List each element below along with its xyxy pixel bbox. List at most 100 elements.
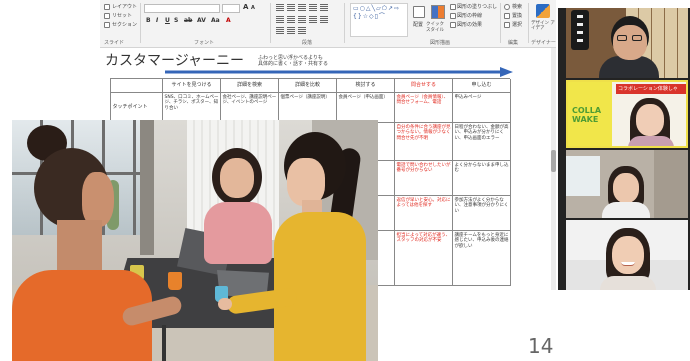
shape-fill-button[interactable]: 図形の塗りつぶし [457, 4, 497, 10]
video-gallery: COLLA WAKE コラボレーション体験しゃ [558, 8, 690, 290]
scrollbar-thumb[interactable] [551, 150, 556, 172]
font-grow-icon[interactable]: A [243, 4, 248, 11]
table-leg [162, 325, 166, 361]
person-right-face [287, 158, 325, 206]
video-tile-1[interactable] [566, 8, 688, 78]
tile3-wall [654, 150, 688, 218]
table-cell: 参加方法がよく分からない、注意事項が分かりにくい [453, 196, 511, 231]
table-header: 問合せする [395, 79, 453, 93]
find-button[interactable]: 検索 [512, 4, 522, 10]
select-button[interactable]: 選択 [512, 22, 522, 28]
table-header: 申し込む [453, 79, 511, 93]
underline-icon[interactable]: U [165, 17, 170, 24]
italic-icon[interactable]: I [156, 17, 158, 24]
font-color-icon[interactable]: A [226, 17, 231, 24]
event-photo [12, 120, 378, 361]
person-middle-face [220, 158, 254, 198]
participant-4-body [600, 276, 656, 290]
effects-icon[interactable] [450, 22, 456, 28]
slide-note: ふわっと思い浮かべるよりも 具体的に書く・話す・共有する [258, 55, 328, 67]
glasses-icon [632, 35, 642, 41]
video-tile-4[interactable] [566, 220, 688, 290]
search-icon[interactable] [504, 4, 510, 10]
align-right-icon[interactable] [298, 16, 306, 23]
bold-icon[interactable]: B [146, 17, 151, 24]
ribbon: レイアウト リセット セクション スライド A A B I U S ab AV … [100, 0, 556, 48]
bullets-icon[interactable] [276, 4, 284, 11]
cursor-icon[interactable] [504, 22, 510, 28]
shape-effect-button[interactable]: 図形の効果 [457, 22, 482, 28]
participant-2-body [628, 136, 674, 146]
shapes-gallery[interactable]: ▭○△╲▱⬠↗⇨{}☆◇▯⌒ [350, 3, 408, 37]
table-cell: 会員ページ（申込画面） [337, 93, 395, 123]
table-cell: 返信が早いと安心。対応によっては他を探す [395, 196, 453, 231]
line-spacing-icon[interactable] [320, 4, 328, 11]
person-left-face [82, 172, 114, 227]
numbering-icon[interactable] [287, 4, 295, 11]
font-name-input[interactable] [144, 4, 220, 13]
font-size-input[interactable] [222, 4, 240, 13]
tile3-window [566, 156, 600, 196]
arrange-button[interactable]: 配置 [413, 22, 423, 28]
video-tile-2-active[interactable]: COLLA WAKE コラボレーション体験しゃ [566, 80, 688, 148]
arrange-icon[interactable] [413, 6, 425, 18]
indent-decrease-icon[interactable] [298, 4, 306, 11]
row-label-touchpoint: タッチポイント [111, 93, 163, 123]
table-header: 詳細を比較 [279, 79, 337, 93]
quick-styles-button[interactable]: クイック スタイル [426, 22, 448, 34]
group-label-font: フォント [194, 40, 215, 46]
text-direction-icon[interactable] [276, 27, 284, 34]
layout-icon[interactable] [104, 4, 110, 10]
section-button[interactable]: セクション [112, 22, 137, 28]
vertical-scrollbar[interactable] [551, 48, 556, 290]
group-label-designer: デザイナー [531, 40, 556, 46]
ribbon-separator [500, 3, 501, 43]
table-cell: 会社ページ、講座説明ページ、イベントのページ [221, 93, 279, 123]
table-cell: 講座チームをもっと身近に感じたい、申込み後の連絡が欲しい [453, 231, 511, 286]
design-ideas-icon[interactable] [536, 4, 550, 18]
table-cell: 個票ページ（講座説明） [279, 93, 337, 123]
journey-arrow-head [500, 67, 513, 77]
smartart-icon[interactable] [298, 27, 306, 34]
table-corner [111, 79, 163, 93]
table-cell: 自分の条件に合う講座が見つからない。情報が少なく問合せ先が不明 [395, 123, 453, 161]
tile2-logo-line2: WAKE [572, 115, 599, 124]
strikethrough-icon[interactable]: ab [184, 17, 192, 24]
participant-1-face [613, 25, 647, 60]
shadow-icon[interactable]: S [174, 17, 178, 24]
align-center-icon[interactable] [287, 16, 295, 23]
participant-3-body [602, 202, 650, 218]
justify-icon[interactable] [309, 16, 317, 23]
layout-button[interactable]: レイアウト [112, 4, 137, 10]
participant-2-face [636, 104, 664, 136]
replace-icon[interactable] [504, 13, 510, 19]
reset-button[interactable]: リセット [112, 13, 132, 19]
person-right-top [274, 212, 366, 361]
pen-outline-icon[interactable] [450, 13, 456, 19]
table-header: サイトを見つける [163, 79, 221, 93]
shape-outline-button[interactable]: 図形の枠線 [457, 13, 482, 19]
reset-icon[interactable] [104, 13, 110, 19]
tile2-logo-line1: COLLA [572, 106, 602, 115]
paint-bucket-icon[interactable] [450, 4, 456, 10]
change-case-icon[interactable]: Aa [211, 17, 220, 24]
page-number: 14 [528, 334, 554, 358]
person-left-neck [57, 220, 102, 270]
table-header: 詳細を検索 [221, 79, 279, 93]
person-right-hand [218, 298, 232, 310]
design-ideas-button[interactable]: デザイン アイデア [531, 21, 555, 31]
indent-increase-icon[interactable] [309, 4, 317, 11]
replace-button[interactable]: 置換 [512, 13, 522, 19]
journey-arrow [165, 67, 513, 77]
quick-styles-icon[interactable] [431, 5, 445, 19]
table-cell: 電話で問い合わせしたいが番号が分からない [395, 161, 453, 196]
font-shrink-icon[interactable]: A [251, 5, 255, 12]
char-spacing-icon[interactable]: AV [197, 17, 206, 24]
video-tile-3[interactable] [566, 150, 688, 218]
section-icon[interactable] [104, 22, 110, 28]
columns-icon[interactable] [320, 16, 328, 23]
participant-4-face [612, 236, 644, 274]
align-text-icon[interactable] [287, 27, 295, 34]
tile1-lantern-mark [577, 15, 583, 45]
align-left-icon[interactable] [276, 16, 284, 23]
